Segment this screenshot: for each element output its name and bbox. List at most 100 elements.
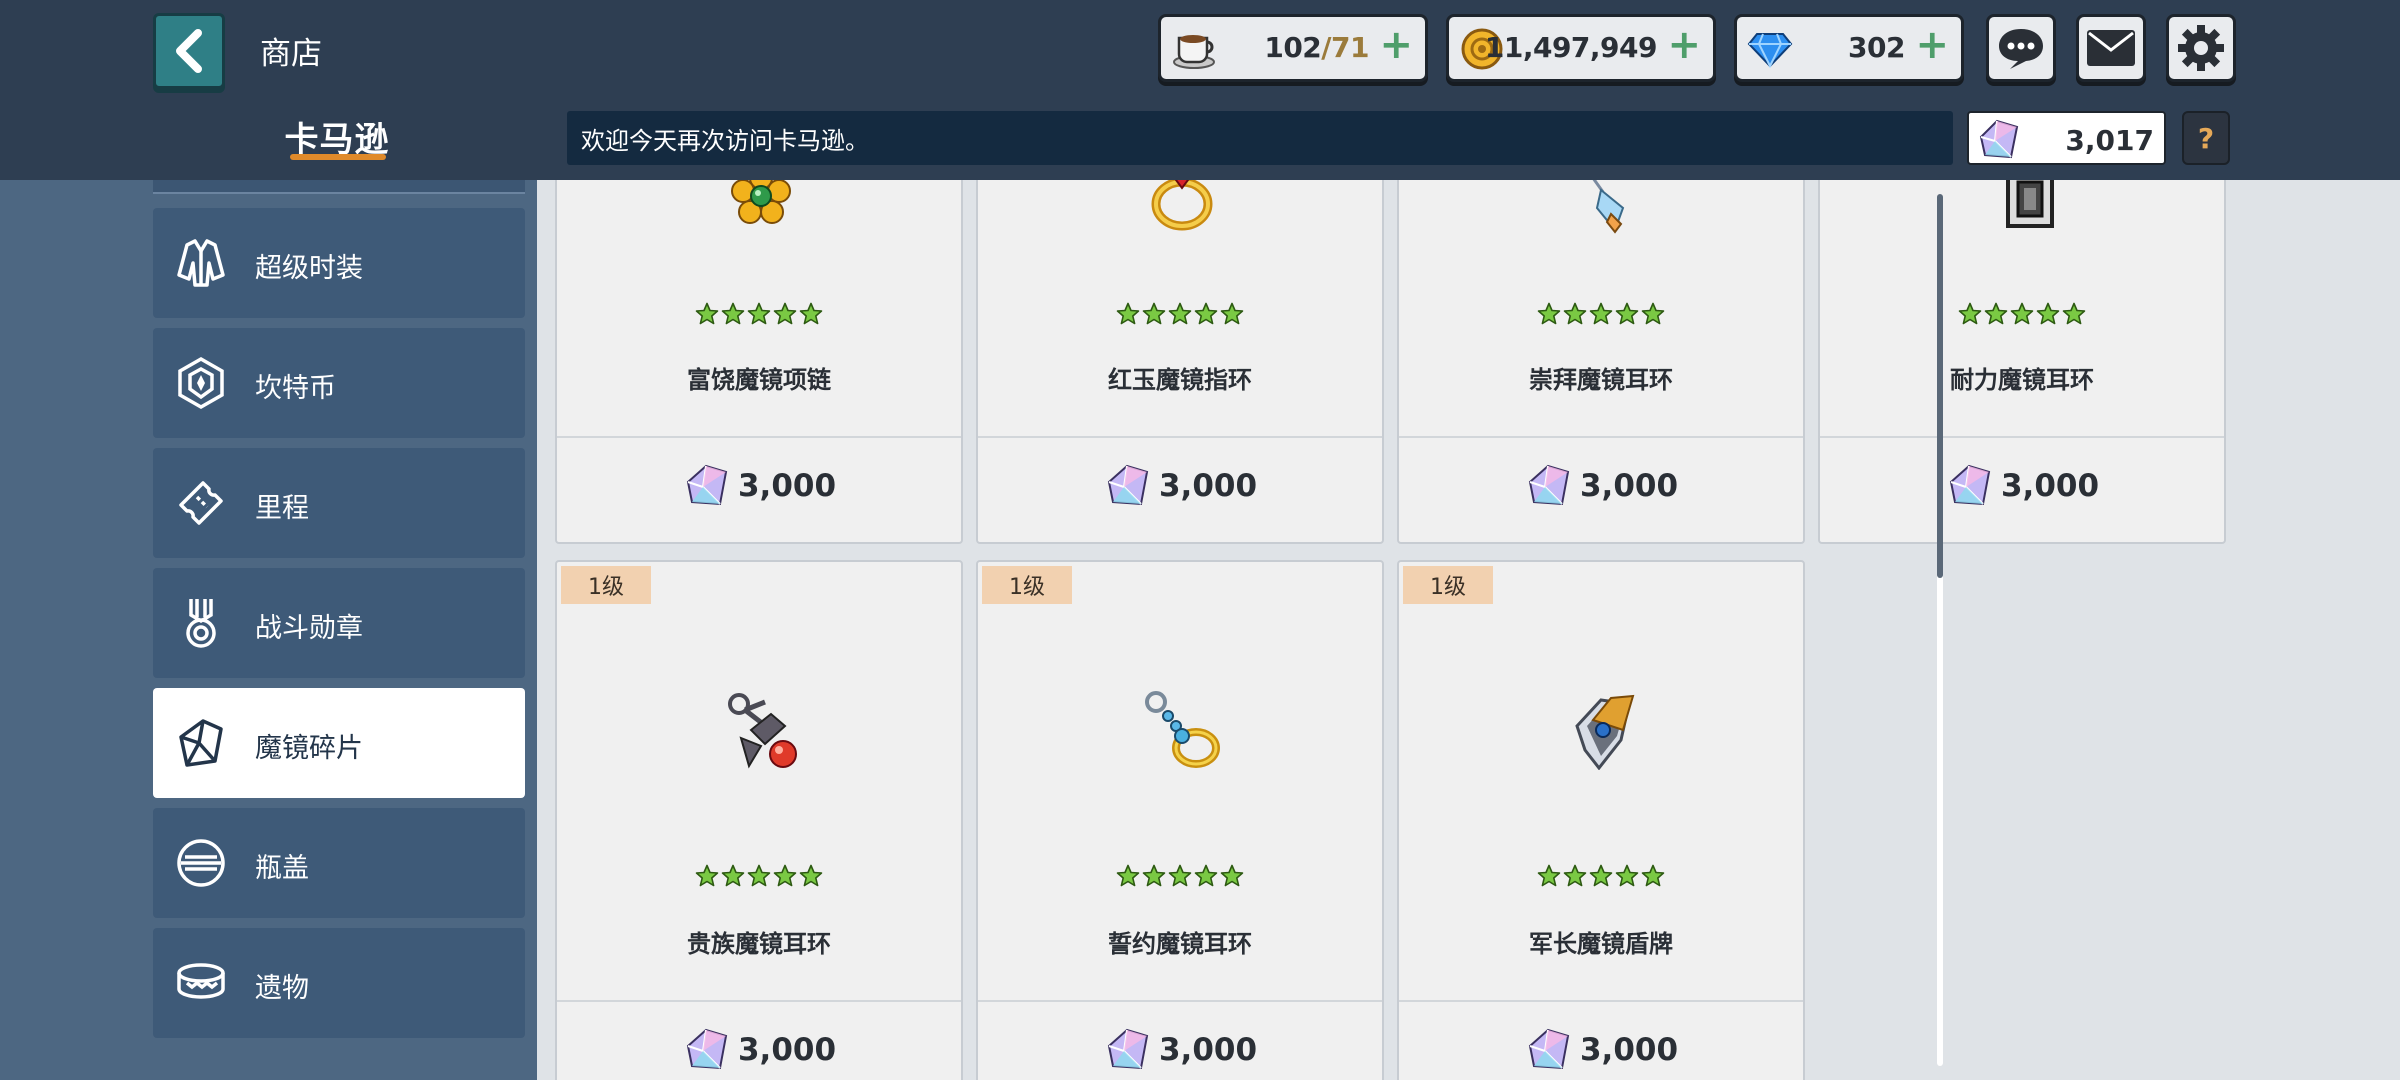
price-amount: 3,000 [1579, 468, 1679, 504]
star-icon [2036, 302, 2060, 330]
price-tag: 3,000 [978, 462, 1382, 510]
sidebar-item-ticket[interactable]: 里程 [153, 448, 525, 558]
star-icon [799, 864, 823, 892]
star-icon [1615, 864, 1639, 892]
bottle-cap-icon [173, 835, 229, 891]
gem-add-button[interactable]: + [1915, 25, 1949, 65]
gold-value: 11,497,949 [1484, 31, 1658, 64]
price-tag: 3,000 [557, 462, 961, 510]
help-button[interactable]: ? [2182, 111, 2230, 165]
shard-balance: 3,017 [1967, 111, 2166, 165]
noble-earring-icon [721, 690, 801, 770]
price-amount: 3,000 [1579, 1032, 1679, 1068]
star-icon [1142, 864, 1166, 892]
gold-counter[interactable]: 11,497,949 + [1446, 14, 1716, 82]
level-badge: 1级 [982, 566, 1072, 604]
product-card[interactable]: 1级 军长魔镜盾牌 3,000 [1397, 560, 1805, 1080]
card-divider [557, 436, 961, 438]
product-card[interactable]: 红玉魔镜指环 3,000 [976, 180, 1384, 544]
star-icon [1563, 302, 1587, 330]
product-card[interactable]: 1级 誓约魔镜耳环 3,000 [976, 560, 1384, 1080]
card-divider [1399, 436, 1803, 438]
star-icon [1220, 302, 1244, 330]
mirror-shard-icon [1524, 1026, 1572, 1074]
page-title: 商店 [260, 36, 322, 72]
welcome-text: 欢迎今天再次访问卡马逊。 [581, 126, 869, 155]
star-icon [1615, 302, 1639, 330]
star-icon [2010, 302, 2034, 330]
sidebar-item-label: 超级时装 [255, 253, 363, 284]
oath-earring-icon [1142, 690, 1222, 770]
star-icon [695, 302, 719, 330]
star-rating [557, 864, 961, 892]
card-divider [978, 436, 1382, 438]
star-icon [1641, 302, 1665, 330]
price-tag: 3,000 [1399, 462, 1803, 510]
sidebar-item-medal[interactable]: 战斗勋章 [153, 568, 525, 678]
gem-counter[interactable]: 302 + [1734, 14, 1964, 82]
sidebar-item-costume[interactable]: 超级时装 [153, 208, 525, 318]
product-grid: 富饶魔镜项链 3,000 红玉魔镜指环 3,000 崇拜魔镜耳环 3,000 耐力魔镜耳环 3… [537, 180, 2400, 1080]
stamina-counter[interactable]: 102/71 + [1158, 14, 1428, 82]
crystal-earring-icon [1563, 180, 1643, 238]
hexagon-coin-icon [173, 355, 229, 411]
mail-button[interactable] [2076, 14, 2146, 82]
sidebar-item-hexagon-coin[interactable]: 坎特币 [153, 328, 525, 438]
star-icon [773, 864, 797, 892]
price-tag: 3,000 [1820, 462, 2224, 510]
top-bar: 商店 102/71 + 11,497,949 + 302 + 卡马逊 欢迎今天再… [0, 0, 2400, 180]
star-icon [1589, 302, 1613, 330]
costume-icon [173, 235, 229, 291]
sidebar-item-label: 遗物 [255, 973, 309, 1004]
shard-balance-value: 3,017 [2065, 124, 2154, 157]
product-card[interactable]: 崇拜魔镜耳环 3,000 [1397, 180, 1805, 544]
star-icon [1168, 864, 1192, 892]
product-card[interactable]: 富饶魔镜项链 3,000 [555, 180, 963, 544]
star-icon [1220, 864, 1244, 892]
chevron-left-icon [176, 29, 202, 73]
star-icon [721, 864, 745, 892]
star-icon [1563, 864, 1587, 892]
product-name: 耐力魔镜耳环 [1950, 366, 2094, 394]
sidebar-item-partial[interactable] [153, 180, 525, 194]
card-divider [1820, 436, 2224, 438]
stamina-max: /71 [1321, 31, 1369, 64]
card-divider [978, 1000, 1382, 1002]
sidebar-item-label: 战斗勋章 [255, 613, 363, 644]
card-divider [1399, 1000, 1803, 1002]
product-card[interactable]: 耐力魔镜耳环 3,000 [1818, 180, 2226, 544]
stamina-add-button[interactable]: + [1379, 25, 1413, 65]
star-icon [747, 302, 771, 330]
ticket-icon [173, 475, 229, 531]
star-rating [978, 864, 1382, 892]
category-sidebar: 超级时装坎特币 里程战斗勋章魔镜碎片 瓶盖遗物 [153, 180, 525, 1080]
price-tag: 3,000 [1399, 1026, 1803, 1074]
mail-icon [2087, 30, 2135, 66]
gold-add-button[interactable]: + [1667, 25, 1701, 65]
coffee-cup-icon [1173, 35, 1215, 69]
star-rating [1399, 864, 1803, 892]
chat-button[interactable] [1986, 14, 2056, 82]
chat-bubble-icon [1999, 29, 2043, 69]
star-icon [2062, 302, 2086, 330]
mirror-shard-icon [173, 715, 229, 771]
product-name: 崇拜魔镜耳环 [1529, 366, 1673, 394]
price-amount: 3,000 [2000, 468, 2100, 504]
price-tag: 3,000 [978, 1026, 1382, 1074]
level-badge: 1级 [1403, 566, 1493, 604]
sidebar-item-bottle-cap[interactable]: 瓶盖 [153, 808, 525, 918]
gear-icon [2178, 25, 2224, 71]
sidebar-item-relic[interactable]: 遗物 [153, 928, 525, 1038]
settings-button[interactable] [2166, 14, 2236, 82]
price-amount: 3,000 [737, 1032, 837, 1068]
star-icon [1116, 302, 1140, 330]
star-icon [747, 864, 771, 892]
back-button[interactable] [153, 13, 225, 89]
price-tag: 3,000 [557, 1026, 961, 1074]
flower-necklace-icon [721, 180, 801, 238]
sidebar-item-mirror-shard[interactable]: 魔镜碎片 [153, 688, 525, 798]
star-rating [978, 302, 1382, 330]
star-icon [773, 302, 797, 330]
scrollbar-thumb[interactable] [1937, 194, 1943, 578]
product-card[interactable]: 1级 贵族魔镜耳环 3,000 [555, 560, 963, 1080]
